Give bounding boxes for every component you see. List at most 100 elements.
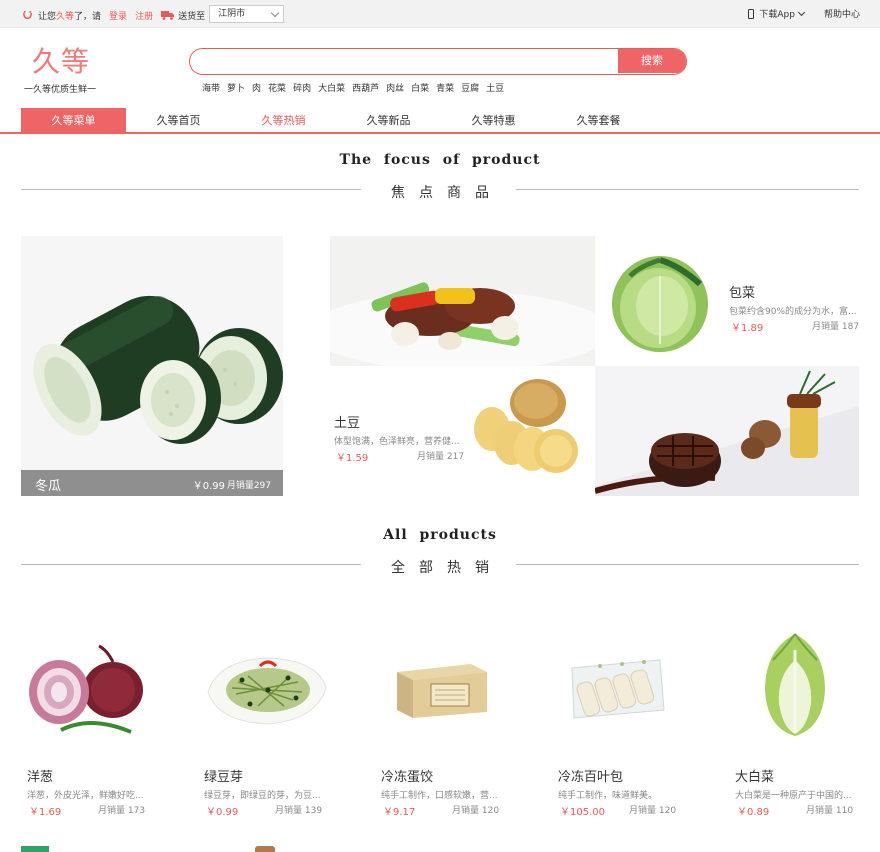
product-name: 绿豆芽 [204, 770, 244, 785]
product-sales: 月销量 120 [629, 806, 677, 816]
product-price: ￥1.59 [336, 453, 369, 464]
download-app-link[interactable]: 下载App [759, 7, 795, 20]
focus-caption: 冬瓜 ￥0.99 月销量297 [21, 470, 283, 496]
hot-word[interactable]: 花菜 [268, 81, 286, 94]
focus-card-winter-melon[interactable]: 冬瓜 ￥0.99 月销量297 [21, 236, 283, 496]
top-bar-right: 下载App 帮助中心 [748, 7, 860, 20]
greeting-brand: 久等 [56, 11, 75, 22]
product-card-onion[interactable]: 洋葱 洋葱，外皮光泽，鲜嫩好吃... ￥1.69 月销量 173 [21, 620, 181, 820]
product-sales: 月销量297 [226, 481, 271, 491]
bean-sprouts-image [207, 657, 327, 725]
phone-icon [748, 8, 755, 19]
product-name: 包菜 [729, 286, 756, 301]
greeting-prefix: 让您 [38, 11, 57, 22]
chevron-down-icon [270, 8, 280, 18]
product-name: 土豆 [334, 416, 361, 431]
help-center-link[interactable]: 帮助中心 [824, 7, 860, 20]
product-desc: 大白菜是一种原产于中国的... [735, 791, 852, 801]
box-image [397, 664, 487, 718]
nav-menu[interactable]: 久等菜单 [21, 108, 126, 133]
product-card-napa-cabbage[interactable]: 大白菜 大白菜是一种原产于中国的... ￥0.89 月销量 110 [729, 620, 880, 820]
product-sales: 月销量 173 [98, 806, 146, 816]
focus-title-zh: 焦点商品 [391, 185, 503, 201]
ship-to-label: 送货至 [178, 11, 206, 22]
product-name: 冷冻百叶包 [558, 770, 624, 785]
hot-word[interactable]: 海带 [202, 81, 220, 94]
product-card-bean-sprouts[interactable]: 绿豆芽 绿豆芽，即绿豆的芽，为豆... ￥0.99 月销量 139 [198, 620, 358, 820]
product-desc: 体型饱满，色泽鲜亮，营养健... [334, 437, 460, 447]
truck-icon [161, 11, 175, 20]
product-desc: 纯手工制作，口感软嫩，营... [381, 791, 498, 801]
rolls-image [571, 659, 665, 719]
product-card-frozen-tofu-rolls[interactable]: 冷冻百叶包 纯手工制作，味道鲜美。 ￥105.00 月销量 120 [552, 620, 712, 820]
product-sales: 月销量 217 [417, 452, 465, 462]
product-name: 冷冻蛋饺 [381, 770, 434, 785]
greeting-suffix: 了，请 [74, 11, 102, 22]
city-select[interactable]: 江阴市 [209, 5, 285, 23]
smile-icon [23, 10, 32, 19]
top-bar: 让您 久等 了，请 登录 注册 送货至 江阴市 下载App 帮助中心 [0, 0, 880, 28]
all-title-zh: 全部热销 [391, 560, 503, 576]
product-sales: 月销量 187 [812, 322, 859, 332]
hot-word[interactable]: 青菜 [436, 81, 454, 94]
focus-tile-cabbage[interactable]: 包菜 包菜约含90%的成分为水，富... ￥1.89 月销量 187 [595, 236, 859, 366]
hot-word[interactable]: 白菜 [411, 81, 429, 94]
product-desc: 纯手工制作，味道鲜美。 [558, 791, 658, 801]
product-sales: 月销量 110 [806, 806, 854, 816]
site-slogan: 一久等优质生鲜一 [24, 85, 97, 95]
search-button[interactable]: 搜索 [618, 49, 686, 73]
dish-photo-image [330, 236, 595, 366]
login-link[interactable]: 登录 [109, 9, 127, 22]
hot-word[interactable]: 萝卜 [227, 81, 245, 94]
product-sales: 月销量 139 [275, 806, 323, 816]
product-price: ￥0.99 [192, 481, 225, 492]
steak-photo-image [595, 366, 859, 496]
main-nav: 久等菜单 久等首页 久等热销 久等新品 久等特惠 久等套餐 [0, 108, 880, 134]
nav-combos[interactable]: 久等套餐 [546, 108, 651, 133]
hot-word[interactable]: 肉丝 [386, 81, 404, 94]
chevron-down-icon [797, 8, 806, 16]
focus-title-en: The focus of product [339, 152, 541, 168]
product-price: ￥0.89 [737, 807, 770, 818]
product-card-frozen-egg-dumplings[interactable]: 冷冻蛋饺 纯手工制作，口感软嫩，营... ￥9.17 月销量 120 [375, 620, 535, 820]
nav-deals[interactable]: 久等特惠 [441, 108, 546, 133]
product-price: ￥9.17 [383, 807, 416, 818]
hot-word[interactable]: 豆腐 [461, 81, 479, 94]
hot-word[interactable]: 肉 [252, 81, 261, 94]
cabbage-image [612, 256, 708, 352]
all-title-en: All products [383, 527, 497, 543]
nav-new[interactable]: 久等新品 [336, 108, 441, 133]
product-name: 大白菜 [735, 770, 775, 785]
potato-image [474, 379, 578, 473]
onion-image [29, 644, 143, 734]
product-desc: 洋葱，外皮光泽，鲜嫩好吃... [27, 791, 144, 801]
next-row-product-image [255, 846, 275, 852]
nav-home[interactable]: 久等首页 [126, 108, 231, 133]
search-input[interactable] [190, 49, 618, 73]
product-desc: 包菜约含90%的成分为水，富... [729, 307, 857, 317]
focus-tile-dish[interactable] [330, 236, 595, 366]
hot-word[interactable]: 土豆 [486, 81, 504, 94]
hot-word[interactable]: 碎肉 [293, 81, 311, 94]
register-link[interactable]: 注册 [135, 9, 153, 22]
hot-search-words: 海带 萝卜 肉 花菜 碎肉 大白菜 西葫芦 肉丝 白菜 青菜 豆腐 土豆 [202, 81, 504, 94]
site-logo[interactable]: 久等 [32, 40, 90, 80]
product-price: ￥105.00 [560, 807, 605, 818]
nav-hot[interactable]: 久等热销 [231, 108, 336, 133]
product-name: 冬瓜 [35, 479, 62, 494]
product-sales: 月销量 120 [452, 806, 500, 816]
hot-word[interactable]: 西葫芦 [352, 81, 379, 94]
napa-cabbage-image [765, 633, 825, 736]
product-name: 洋葱 [27, 770, 54, 785]
product-desc: 绿豆芽，即绿豆的芽，为豆... [204, 791, 321, 801]
city-select-value: 江阴市 [218, 9, 246, 19]
winter-melon-image [21, 236, 283, 470]
focus-tile-potato[interactable]: 土豆 体型饱满，色泽鲜亮，营养健... ￥1.59 月销量 217 [330, 366, 595, 496]
top-bar-left: 让您 久等 了，请 登录 注册 送货至 江阴市 [22, 5, 285, 24]
product-price: ￥0.99 [206, 807, 239, 818]
next-row-product-image [21, 846, 49, 852]
focus-tile-steak[interactable] [595, 366, 859, 496]
product-price: ￥1.69 [29, 807, 62, 818]
product-price: ￥1.89 [731, 323, 764, 334]
hot-word[interactable]: 大白菜 [318, 81, 345, 94]
